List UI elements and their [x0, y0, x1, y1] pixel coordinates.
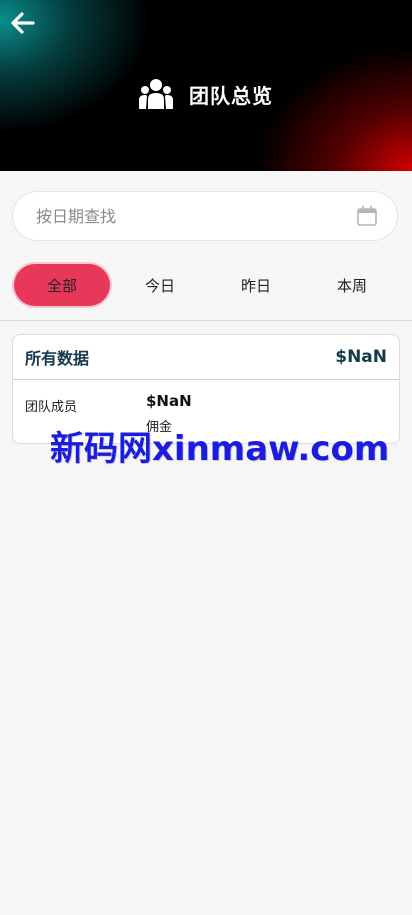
- tab-today[interactable]: 今日: [112, 264, 208, 306]
- tab-label: 本周: [336, 276, 367, 295]
- tab-this-week[interactable]: 本周: [304, 264, 400, 306]
- header-title-group: 团队总览: [0, 74, 412, 114]
- page-title: 团队总览: [189, 83, 273, 108]
- tab-label: 昨日: [240, 276, 271, 295]
- tab-yesterday[interactable]: 昨日: [208, 264, 304, 306]
- arrow-left-icon: [11, 12, 35, 34]
- commission-value: $NaN: [146, 392, 192, 410]
- header-banner: 团队总览: [0, 0, 412, 171]
- team-members-label: 团队成员: [25, 400, 78, 415]
- date-search-field[interactable]: [12, 191, 398, 241]
- summary-total: $NaN: [335, 347, 387, 367]
- date-filter-tabs: 全部 今日 昨日 本周: [12, 264, 400, 306]
- watermark-text: 新码网xinmaw.com: [50, 429, 390, 469]
- tab-all[interactable]: 全部: [14, 264, 110, 306]
- back-button[interactable]: [10, 10, 36, 36]
- tab-label: 今日: [144, 276, 175, 295]
- summary-title: 所有数据: [25, 349, 90, 368]
- divider: [0, 320, 412, 321]
- date-search-input[interactable]: [34, 205, 356, 227]
- summary-card-header: 所有数据 $NaN: [13, 335, 399, 380]
- tab-label: 全部: [46, 276, 77, 295]
- calendar-icon[interactable]: [356, 205, 378, 227]
- team-icon: [139, 77, 173, 111]
